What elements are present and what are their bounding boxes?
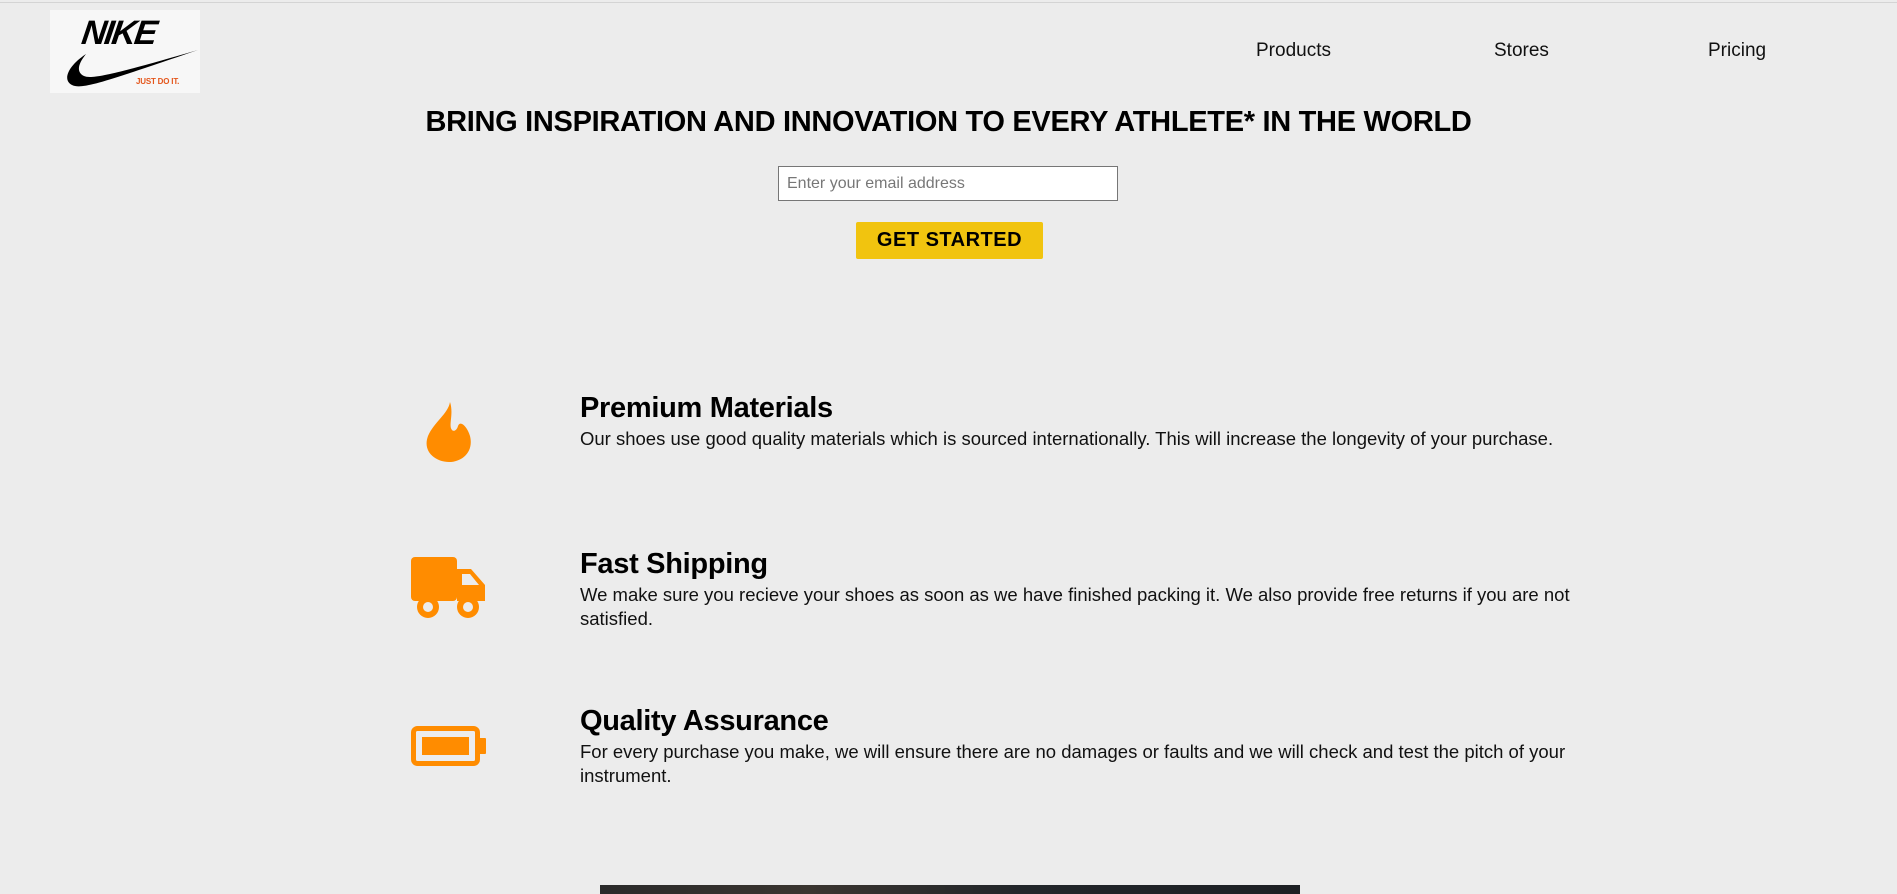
fire-icon xyxy=(424,400,474,467)
nav-link-pricing[interactable]: Pricing xyxy=(1708,40,1766,62)
site-header: NIKE JUST DO IT. Products Stores Pricing xyxy=(0,0,1897,100)
email-input[interactable] xyxy=(778,166,1118,201)
get-started-button[interactable]: GET STARTED xyxy=(856,222,1043,259)
feature-description: Our shoes use good quality materials whi… xyxy=(580,428,1554,449)
battery-icon xyxy=(411,726,487,771)
feature-title: Fast Shipping xyxy=(580,548,768,580)
logo-tagline: JUST DO IT. xyxy=(136,77,180,86)
truck-icon xyxy=(411,557,487,624)
nike-logo[interactable]: NIKE JUST DO IT. xyxy=(50,10,200,93)
nav-link-products[interactable]: Products xyxy=(1256,40,1331,62)
feature-title: Premium Materials xyxy=(580,392,833,424)
feature-description: For every purchase you make, we will ens… xyxy=(580,741,1566,786)
video-preview[interactable] xyxy=(600,885,1300,894)
feature-description: We make sure you recieve your shoes as s… xyxy=(580,584,1570,629)
feature-title: Quality Assurance xyxy=(580,705,829,737)
nav-link-stores[interactable]: Stores xyxy=(1494,40,1549,62)
hero-title: BRING INSPIRATION AND INNOVATION TO EVER… xyxy=(425,106,1472,138)
swoosh-icon xyxy=(67,50,198,87)
